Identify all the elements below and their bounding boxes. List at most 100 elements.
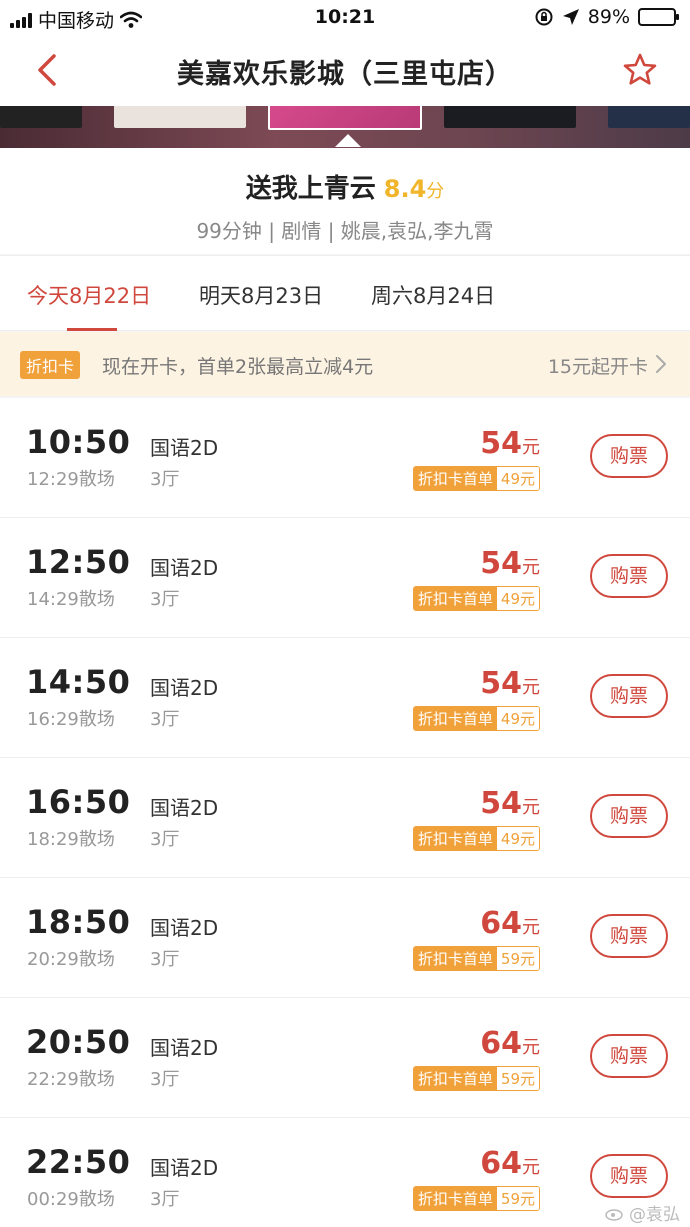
card-price-badge: 折扣卡首单 59元 bbox=[412, 946, 540, 971]
end-time: 20:29散场 bbox=[27, 949, 115, 970]
movie-title-row: 送我上青云 8.4分 bbox=[0, 148, 690, 205]
battery-percent: 89% bbox=[587, 6, 630, 28]
price-unit: 元 bbox=[522, 797, 540, 818]
poster-thumb[interactable] bbox=[608, 106, 690, 128]
card-price-value: 49元 bbox=[496, 827, 539, 850]
price-unit: 元 bbox=[522, 1037, 540, 1058]
poster-thumb[interactable] bbox=[114, 106, 246, 128]
movie-score: 8.4分 bbox=[384, 175, 445, 203]
showtime-row[interactable]: 18:50 20:29散场 国语2D 3厅 64元 折扣卡首单 59元 购票 bbox=[0, 878, 690, 998]
showtime-row[interactable]: 22:50 00:29散场 国语2D 3厅 64元 折扣卡首单 59元 购票 bbox=[0, 1118, 690, 1227]
card-price-value: 59元 bbox=[496, 1067, 539, 1090]
hall-number: 3厅 bbox=[150, 829, 180, 850]
start-time: 12:50 bbox=[26, 543, 131, 581]
hall-number: 3厅 bbox=[150, 949, 180, 970]
weibo-logo-icon bbox=[605, 1208, 623, 1221]
hall-number: 3厅 bbox=[150, 589, 180, 610]
showtime-row[interactable]: 12:50 14:29散场 国语2D 3厅 54元折扣卡首单 49元 购票 bbox=[0, 518, 690, 638]
language-format: 国语2D bbox=[150, 436, 219, 460]
showtime-row[interactable]: 20:50 22:29散场 国语2D 3厅 64元 折扣卡首单 59元 购票 bbox=[0, 998, 690, 1118]
price-value: 64 bbox=[480, 906, 522, 941]
buy-ticket-button[interactable]: 购票 bbox=[590, 1034, 668, 1078]
location-icon bbox=[562, 9, 579, 25]
buy-ticket-button[interactable]: 购票 bbox=[590, 1154, 668, 1198]
buy-ticket-button[interactable]: 购票 bbox=[590, 434, 668, 478]
price-unit: 元 bbox=[522, 917, 540, 938]
card-price-badge: 折扣卡首单 49元 bbox=[412, 706, 540, 731]
start-time: 10:50 bbox=[26, 423, 131, 461]
card-price-label: 折扣卡首单 bbox=[413, 1187, 497, 1210]
battery-icon bbox=[638, 8, 679, 26]
card-price-value: 49元 bbox=[496, 467, 539, 490]
ticket-price: 64元 bbox=[480, 1026, 540, 1061]
selection-pointer bbox=[335, 134, 361, 147]
hall-number: 3厅 bbox=[150, 469, 180, 490]
showtime-row[interactable]: 16:50 18:29散场 国语2D 3厅 54元 折扣卡首单 49元 购票 bbox=[0, 758, 690, 878]
showtime-row[interactable]: 14:50 16:29散场 国语2D 3厅 54元 折扣卡首单 49元 购票 bbox=[0, 638, 690, 758]
card-price-label: 折扣卡首单 bbox=[413, 467, 497, 490]
poster-thumb[interactable] bbox=[444, 106, 576, 128]
tab-active-indicator bbox=[67, 328, 117, 331]
showtime-list: 10:50 12:29散场 国语2D 3厅 54元 折扣卡首单 49元 购票 12:50 14:2… bbox=[0, 398, 690, 1227]
card-price-label: 折扣卡首单 bbox=[413, 827, 497, 850]
status-bar: 中国移动 10:21 89% bbox=[0, 0, 690, 36]
tab-today[interactable]: 今天8月22日 bbox=[27, 280, 151, 310]
price-unit: 元 bbox=[522, 1157, 540, 1178]
card-price-label: 折扣卡首单 bbox=[413, 947, 497, 970]
card-price-label: 折扣卡首单 bbox=[413, 587, 497, 610]
tab-saturday[interactable]: 周六8月24日 bbox=[371, 280, 495, 310]
language-format: 国语2D bbox=[150, 1156, 219, 1180]
card-price-badge: 折扣卡首单 59元 bbox=[412, 1186, 540, 1211]
card-price-label: 折扣卡首单 bbox=[413, 707, 497, 730]
end-time: 16:29散场 bbox=[27, 709, 115, 730]
poster-thumb[interactable] bbox=[0, 106, 82, 128]
date-tabs: 今天8月22日 明天8月23日 周六8月24日 bbox=[0, 255, 690, 331]
buy-ticket-button[interactable]: 购票 bbox=[590, 914, 668, 958]
poster-thumb-selected[interactable] bbox=[268, 106, 422, 130]
discount-card-banner[interactable]: 折扣卡 现在开卡，首单2张最高立减4元 15元起开卡 bbox=[0, 332, 690, 396]
buy-ticket-button[interactable]: 购票 bbox=[590, 794, 668, 838]
favorite-star-icon[interactable] bbox=[622, 52, 658, 88]
price-unit: 元 bbox=[522, 557, 540, 578]
buy-ticket-button[interactable]: 购票 bbox=[590, 674, 668, 718]
ticket-price: 64元 bbox=[480, 906, 540, 941]
ticket-price: 54元 bbox=[480, 546, 540, 581]
start-time: 16:50 bbox=[26, 783, 131, 821]
end-time: 12:29散场 bbox=[27, 469, 115, 490]
start-time: 20:50 bbox=[26, 1023, 131, 1061]
start-time: 18:50 bbox=[26, 903, 131, 941]
price-value: 54 bbox=[480, 546, 522, 581]
chevron-right-icon bbox=[656, 355, 666, 373]
tab-tomorrow[interactable]: 明天8月23日 bbox=[199, 280, 323, 310]
showtime-row[interactable]: 10:50 12:29散场 国语2D 3厅 54元折扣卡首单 49元 购票 bbox=[0, 398, 690, 518]
movie-score-unit: 分 bbox=[426, 181, 445, 202]
end-time: 14:29散场 bbox=[27, 589, 115, 610]
language-format: 国语2D bbox=[150, 796, 219, 820]
language-format: 国语2D bbox=[150, 556, 219, 580]
status-right: 89% bbox=[534, 6, 679, 28]
open-card-link[interactable]: 15元起开卡 bbox=[548, 352, 648, 379]
card-price-value: 49元 bbox=[496, 587, 539, 610]
card-price-value: 59元 bbox=[496, 1187, 539, 1210]
price-unit: 元 bbox=[522, 437, 540, 458]
language-format: 国语2D bbox=[150, 676, 219, 700]
hall-number: 3厅 bbox=[150, 1069, 180, 1090]
start-time: 14:50 bbox=[26, 663, 131, 701]
price-value: 64 bbox=[480, 1146, 522, 1181]
watermark-text: @袁弘 bbox=[629, 1205, 680, 1225]
card-price-badge: 折扣卡首单 49元 bbox=[412, 826, 540, 851]
price-value: 54 bbox=[480, 786, 522, 821]
nav-bar: 美嘉欢乐影城（三里屯店） bbox=[0, 36, 690, 106]
movie-score-value: 8.4 bbox=[383, 175, 427, 203]
ticket-price: 54元 bbox=[480, 666, 540, 701]
ticket-price: 54元 bbox=[480, 426, 540, 461]
buy-ticket-button[interactable]: 购票 bbox=[590, 554, 668, 598]
orientation-lock-icon bbox=[535, 8, 553, 26]
card-price-label: 折扣卡首单 bbox=[413, 1067, 497, 1090]
end-time: 00:29散场 bbox=[27, 1189, 115, 1210]
ticket-price: 54元 bbox=[480, 786, 540, 821]
card-price-badge: 折扣卡首单 49元 bbox=[412, 466, 540, 491]
hall-number: 3厅 bbox=[150, 1189, 180, 1210]
movie-title: 送我上青云 bbox=[245, 174, 376, 204]
ticket-price: 64元 bbox=[480, 1146, 540, 1181]
